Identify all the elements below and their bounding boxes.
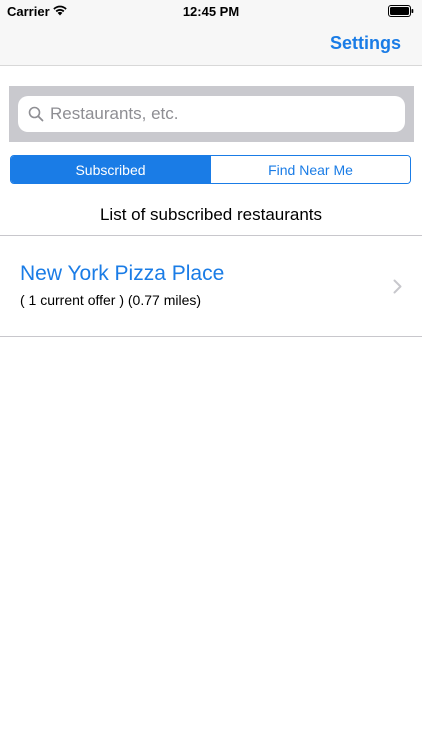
list-heading: List of subscribed restaurants xyxy=(99,205,323,224)
chevron-right-icon xyxy=(393,279,402,294)
segment-subscribed[interactable]: Subscribed xyxy=(11,156,210,183)
segmented-control: Subscribed Find Near Me xyxy=(10,155,411,184)
search-input[interactable] xyxy=(50,104,390,124)
search-icon xyxy=(28,106,44,122)
settings-button[interactable]: Settings xyxy=(330,33,401,54)
status-bar: Carrier 12:45 PM xyxy=(0,0,422,22)
status-time: 12:45 PM xyxy=(182,4,240,19)
navigation-bar: Settings xyxy=(0,22,422,66)
restaurant-name: New York Pizza Place xyxy=(20,262,225,285)
restaurant-detail: ( 1 current offer ) (0.77 miles) xyxy=(20,292,202,308)
segment-find-near-me[interactable]: Find Near Me xyxy=(210,156,410,183)
search-bar xyxy=(9,86,414,142)
list-item[interactable]: New York Pizza Place ( 1 current offer )… xyxy=(0,235,422,337)
app-screen: Carrier 12:45 PM Settings Subscribed Fin… xyxy=(0,0,422,750)
battery-icon xyxy=(388,5,414,17)
search-field[interactable] xyxy=(18,96,405,132)
